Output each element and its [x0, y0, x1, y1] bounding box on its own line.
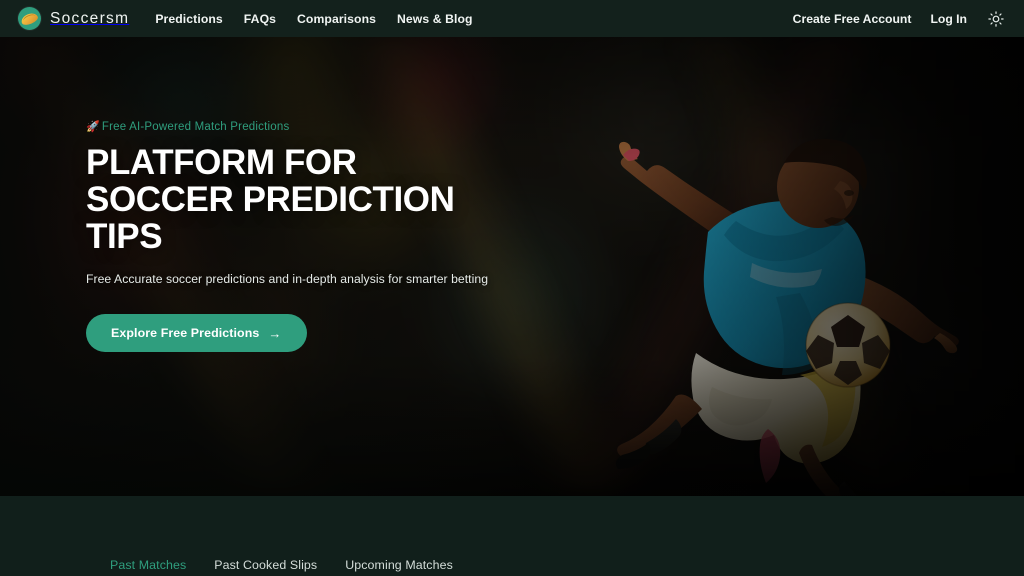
explore-free-predictions-button[interactable]: Explore Free Predictions → [86, 314, 307, 353]
matches-section: Past Matches Past Cooked Slips Upcoming … [0, 496, 1024, 576]
cta-label: Explore Free Predictions [111, 326, 260, 341]
hero-eyebrow-badge: 🚀 Free AI-Powered Match Predictions [86, 120, 506, 134]
nav-item-faqs[interactable]: FAQs [244, 12, 276, 26]
hero-subtitle: Free Accurate soccer predictions and in-… [86, 272, 489, 287]
nav-item-news-blog[interactable]: News & Blog [397, 12, 473, 26]
sun-icon[interactable] [986, 9, 1006, 29]
soccer-ball-logo-icon [18, 7, 41, 30]
tab-upcoming-matches[interactable]: Upcoming Matches [345, 558, 453, 576]
log-in-link[interactable]: Log In [930, 12, 967, 26]
primary-nav: Predictions FAQs Comparisons News & Blog [155, 12, 472, 26]
arrow-right-icon: → [268, 325, 282, 341]
hero-content: 🚀 Free AI-Powered Match Predictions PLAT… [86, 120, 506, 353]
nav-item-comparisons[interactable]: Comparisons [297, 12, 376, 26]
matches-tablist: Past Matches Past Cooked Slips Upcoming … [110, 558, 453, 576]
rocket-icon: 🚀 [86, 121, 100, 133]
hero-section: 🚀 Free AI-Powered Match Predictions PLAT… [0, 37, 1024, 496]
navbar-actions: Create Free Account Log In [793, 9, 1006, 29]
brand-logo-link[interactable]: Soccersm [18, 7, 129, 30]
create-free-account-link[interactable]: Create Free Account [793, 12, 912, 26]
nav-item-predictions[interactable]: Predictions [155, 12, 222, 26]
tab-past-matches[interactable]: Past Matches [110, 558, 186, 576]
page-title: PLATFORM FOR SOCCER PREDICTION TIPS [86, 143, 455, 257]
brand-name: Soccersm [50, 9, 130, 27]
tab-past-cooked-slips[interactable]: Past Cooked Slips [214, 558, 317, 576]
hero-eyebrow-text: Free AI-Powered Match Predictions [101, 120, 290, 133]
page-root: Soccersm Predictions FAQs Comparisons Ne… [0, 0, 1024, 576]
top-navbar: Soccersm Predictions FAQs Comparisons Ne… [0, 0, 1024, 37]
